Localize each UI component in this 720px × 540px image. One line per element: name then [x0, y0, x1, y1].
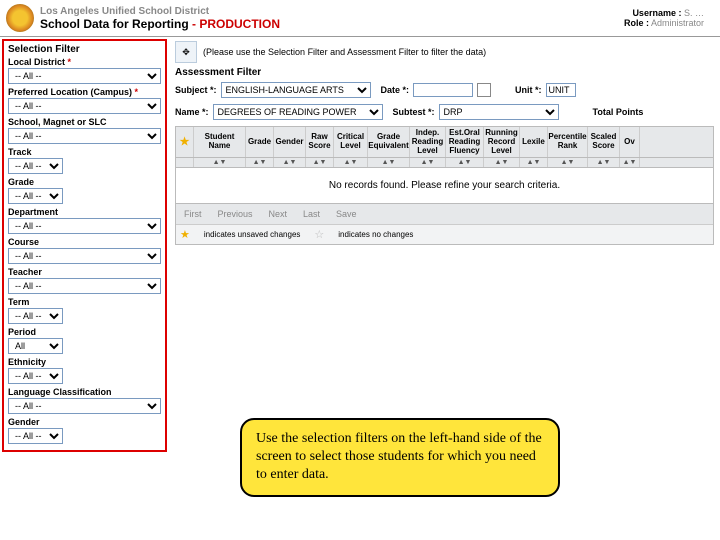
selection-filter-title: Selection Filter: [8, 44, 161, 55]
unit-input[interactable]: [546, 83, 576, 97]
sort-control[interactable]: ▲▼: [368, 158, 410, 167]
district-name: Los Angeles Unified School District: [40, 6, 624, 17]
no-records-message: No records found. Please refine your sea…: [176, 168, 713, 203]
filter-label: Teacher: [8, 267, 161, 277]
content-area: ✥ (Please use the Selection Filter and A…: [169, 37, 720, 454]
column-header[interactable]: Critical Level: [334, 127, 368, 157]
star-icon: ★: [180, 136, 190, 148]
subject-select[interactable]: ENGLISH-LANGUAGE ARTS: [221, 82, 371, 98]
unit-label: Unit *:: [515, 85, 542, 95]
sort-control[interactable]: ▲▼: [194, 158, 246, 167]
filter-select-teacher[interactable]: -- All --: [8, 278, 161, 294]
subject-label: Subject *:: [175, 85, 217, 95]
pager-next[interactable]: Next: [265, 208, 292, 220]
filter-hint: (Please use the Selection Filter and Ass…: [203, 47, 486, 57]
sort-control[interactable]: ▲▼: [274, 158, 306, 167]
filter-select-school-magnet-or-slc[interactable]: -- All --: [8, 128, 161, 144]
filter-select-term[interactable]: -- All --: [8, 308, 63, 324]
filter-label: Department: [8, 207, 161, 217]
column-header[interactable]: Ov: [620, 127, 640, 157]
filter-select-department[interactable]: -- All --: [8, 218, 161, 234]
column-header[interactable]: Percentile Rank: [548, 127, 588, 157]
filter-select-ethnicity[interactable]: -- All --: [8, 368, 63, 384]
filter-label: Gender: [8, 417, 161, 427]
filter-select-gender[interactable]: -- All --: [8, 428, 63, 444]
assessment-row-1: Subject *: ENGLISH-LANGUAGE ARTS Date *:…: [175, 82, 714, 98]
star-icon: ★: [180, 228, 190, 241]
assessment-filter-title: Assessment Filter: [175, 67, 714, 78]
column-header[interactable]: Lexile: [520, 127, 548, 157]
column-header[interactable]: Est.Oral Reading Fluency: [446, 127, 484, 157]
filter-label: Ethnicity: [8, 357, 161, 367]
sort-control[interactable]: ▲▼: [620, 158, 640, 167]
sort-control[interactable]: ▲▼: [588, 158, 620, 167]
column-header[interactable]: Running Record Level: [484, 127, 520, 157]
pager-previous[interactable]: Previous: [214, 208, 257, 220]
name-label: Name *:: [175, 107, 209, 117]
pager-last[interactable]: Last: [299, 208, 324, 220]
assessment-row-2: Name *: DEGREES OF READING POWER Subtest…: [175, 104, 714, 120]
filter-label: Language Classification: [8, 387, 161, 397]
sort-control[interactable]: ▲▼: [484, 158, 520, 167]
subtest-select[interactable]: DRP: [439, 104, 559, 120]
column-header[interactable]: Grade: [246, 127, 274, 157]
sort-control[interactable]: ▲▼: [520, 158, 548, 167]
pager-save[interactable]: Save: [332, 208, 361, 220]
date-label: Date *:: [381, 85, 410, 95]
column-header[interactable]: Scaled Score: [588, 127, 620, 157]
sort-control[interactable]: ▲▼: [334, 158, 368, 167]
filter-label: Track: [8, 147, 161, 157]
results-grid: ★ Student NameGradeGenderRaw ScoreCritica…: [175, 126, 714, 245]
subtest-label: Subtest *:: [393, 107, 435, 117]
filter-label: Period: [8, 327, 161, 337]
pager-first[interactable]: First: [180, 208, 206, 220]
sort-control[interactable]: ▲▼: [306, 158, 334, 167]
column-header[interactable]: Indep. Reading Level: [410, 127, 446, 157]
column-header[interactable]: Student Name: [194, 127, 246, 157]
district-logo: [6, 4, 34, 32]
filter-select-language-classification[interactable]: -- All --: [8, 398, 161, 414]
filter-select-track[interactable]: -- All --: [8, 158, 63, 174]
expand-collapse-icon[interactable]: ✥: [175, 41, 197, 63]
filter-label: Grade: [8, 177, 161, 187]
filter-select-local-district[interactable]: -- All --: [8, 68, 161, 84]
filter-select-grade[interactable]: -- All --: [8, 188, 63, 204]
pager: First Previous Next Last Save: [176, 203, 713, 224]
name-select[interactable]: DEGREES OF READING POWER: [213, 104, 383, 120]
selection-filter-panel: Selection Filter Local District *-- All …: [2, 39, 167, 452]
filter-label: Course: [8, 237, 161, 247]
env-label: - PRODUCTION: [189, 17, 280, 31]
filter-label: Preferred Location (Campus) *: [8, 87, 161, 97]
column-header[interactable]: Raw Score: [306, 127, 334, 157]
sort-control[interactable]: ▲▼: [548, 158, 588, 167]
user-info: Username : S. … Role : Administrator: [624, 8, 714, 28]
filter-label: Local District *: [8, 57, 161, 67]
filter-label: School, Magnet or SLC: [8, 117, 161, 127]
sort-control[interactable]: ▲▼: [410, 158, 446, 167]
app-title: School Data for Reporting - PRODUCTION: [40, 17, 624, 31]
filter-select-preferred-location-campus-[interactable]: -- All --: [8, 98, 161, 114]
filter-label: Term: [8, 297, 161, 307]
column-header[interactable]: Gender: [274, 127, 306, 157]
legend: ★ indicates unsaved changes ☆ indicates …: [176, 224, 713, 244]
filter-select-period[interactable]: All: [8, 338, 63, 354]
column-header[interactable]: Grade Equivalent: [368, 127, 410, 157]
sort-control[interactable]: ▲▼: [446, 158, 484, 167]
instruction-callout: Use the selection filters on the left-ha…: [240, 418, 560, 497]
date-input[interactable]: [413, 83, 473, 97]
sort-control[interactable]: ▲▼: [246, 158, 274, 167]
calendar-icon[interactable]: [477, 83, 491, 97]
filter-select-course[interactable]: -- All --: [8, 248, 161, 264]
header: Los Angeles Unified School District Scho…: [0, 0, 720, 37]
star-outline-icon: ☆: [314, 228, 324, 241]
total-points-label: Total Points: [593, 107, 644, 117]
